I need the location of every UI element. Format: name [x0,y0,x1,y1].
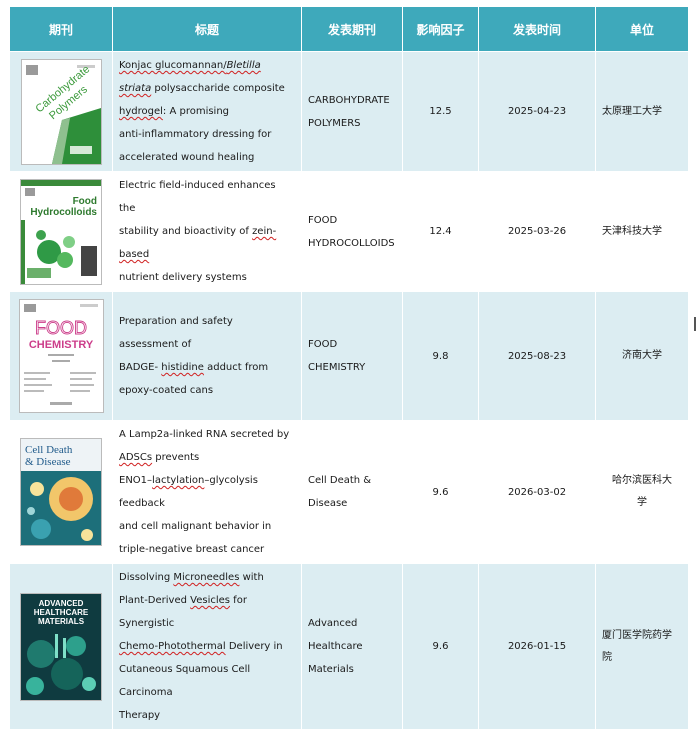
impact-factor: 12.5 [402,51,479,172]
title-cell: Electric field-induced enhances the stabi… [112,171,302,292]
journal-cell: Cell Death & Disease [301,420,403,564]
cover-title-line2: & Disease [25,456,71,468]
publications-table: 期刊 标题 发表期刊 影响因子 发表时间 单位 Carbohydrate Pol… [9,6,689,730]
title-text: A Lamp2a-linked RNA secreted by ADSCs pre… [119,429,290,555]
header-cover: 期刊 [9,6,113,52]
title-text: Konjac glucomannan/Bletilla striata polys… [119,60,285,163]
cover-title-line3: MATERIALS [38,617,85,626]
cover-title-line2: CHEMISTRY [28,339,93,351]
publish-date: 2025-08-23 [478,291,596,421]
cover-title-line1: Food [73,196,97,207]
header-title: 标题 [112,6,302,52]
institution: 太原理工大学 [595,51,689,172]
title-cell: A Lamp2a-linked RNA secreted by ADSCs pre… [112,420,302,564]
impact-factor: 12.4 [402,171,479,292]
title-text: Preparation and safety assessment of BADG… [119,316,269,396]
cover-cell: Cell Death & Disease [9,420,113,564]
table-row: ADVANCED HEALTHCARE MATERIALS Dissolving… [9,563,689,730]
institution: 哈尔滨医科大学 [595,420,689,564]
publish-date: 2026-01-15 [478,563,596,730]
title-text: Electric field-induced enhances the stabi… [119,180,277,283]
journal-cell: FOOD HYDROCOLLOIDS [301,171,403,292]
food-chemistry-cover: FOOD CHEMISTRY [18,299,104,413]
carbohydrate-polymers-cover: Carbohydrate Polymers [20,58,102,165]
cover-cell: ADVANCED HEALTHCARE MATERIALS [9,563,113,730]
advanced-healthcare-materials-cover: ADVANCED HEALTHCARE MATERIALS [20,592,102,701]
impact-factor: 9.6 [402,563,479,730]
cover-title-line2: Hydrocolloids [30,207,97,218]
institution: 济南大学 [595,291,689,421]
food-hydrocolloids-cover: Food Hydrocolloids [20,178,102,285]
journal-cell: Advanced Healthcare Materials [301,563,403,730]
header-date: 发表时间 [478,6,596,52]
publish-date: 2025-03-26 [478,171,596,292]
title-text: Dissolving Microneedles with Plant-Derive… [119,572,283,721]
cover-cell: Food Hydrocolloids [9,171,113,292]
table-row: Food Hydrocolloids Electric field-induce… [9,171,689,292]
title-cell: Konjac glucomannan/Bletilla striata polys… [112,51,302,172]
institution: 天津科技大学 [595,171,689,292]
table-header-row: 期刊 标题 发表期刊 影响因子 发表时间 单位 [9,6,689,52]
cover-title-line1: Cell Death [25,444,73,456]
journal-cell: FOOD CHEMISTRY [301,291,403,421]
journal-cell: CARBOHYDRATE POLYMERS [301,51,403,172]
cover-title-line1: FOOD [35,318,87,338]
page: 期刊 标题 发表期刊 影响因子 发表时间 单位 Carbohydrate Pol… [0,0,696,730]
impact-factor: 9.8 [402,291,479,421]
table-row: Carbohydrate Polymers Konjac glucomannan… [9,51,689,172]
cover-title-line1: ADVANCED [39,599,84,608]
cover-cell: FOOD CHEMISTRY [9,291,113,421]
cover-cell: Carbohydrate Polymers [9,51,113,172]
cover-title-line2: HEALTHCARE [34,608,89,617]
title-cell: Dissolving Microneedles with Plant-Derive… [112,563,302,730]
table-row: FOOD CHEMISTRY Preparation and safety as… [9,291,689,421]
title-cell: Preparation and safety assessment of BADG… [112,291,302,421]
header-unit: 单位 [595,6,689,52]
impact-factor: 9.6 [402,420,479,564]
header-journal: 发表期刊 [301,6,403,52]
publish-date: 2026-03-02 [478,420,596,564]
cell-death-disease-cover: Cell Death & Disease [20,438,102,546]
table-row: Cell Death & Disease A Lamp2a-linked RNA… [9,420,689,564]
institution: 厦门医学院药学院 [595,563,689,730]
header-impact: 影响因子 [402,6,479,52]
publish-date: 2025-04-23 [478,51,596,172]
